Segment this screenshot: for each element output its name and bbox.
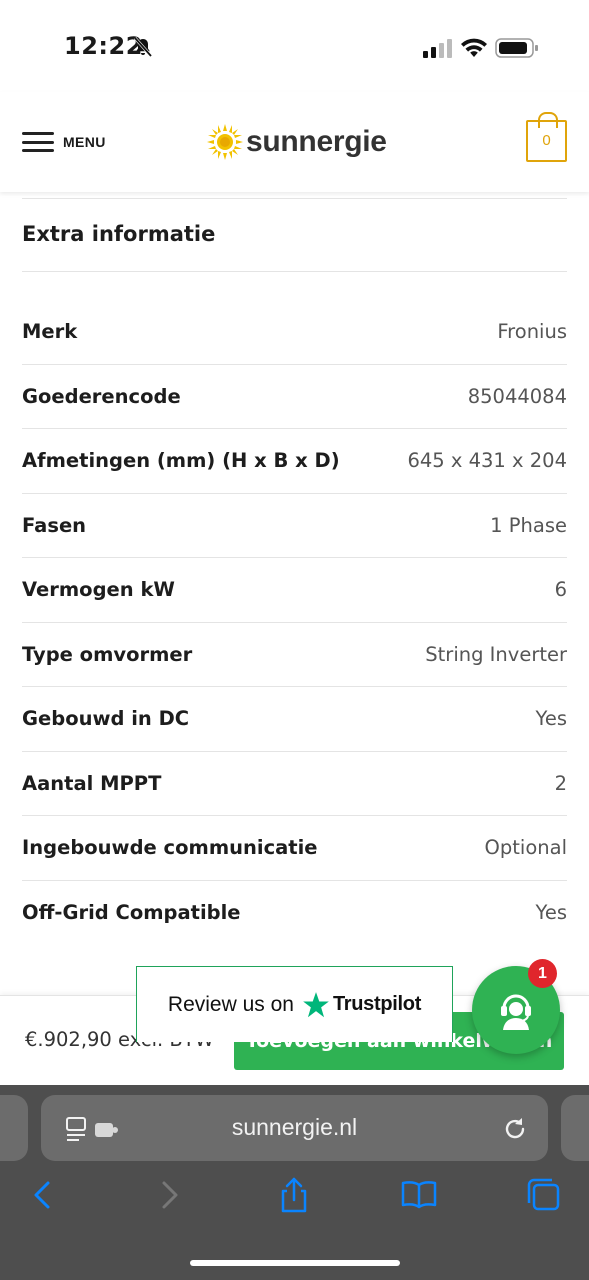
wifi-icon bbox=[461, 38, 487, 57]
spec-value: 645 x 431 x 204 bbox=[407, 449, 567, 473]
cart-count: 0 bbox=[542, 132, 551, 149]
spec-key: Off-Grid Compatible bbox=[22, 901, 241, 925]
spec-value: 6 bbox=[554, 578, 567, 602]
url-text: sunnergie.nl bbox=[231, 1114, 358, 1140]
trustpilot-brand: Trustpilot bbox=[332, 993, 422, 1015]
spec-key: Fasen bbox=[22, 513, 87, 537]
home-indicator bbox=[190, 1260, 400, 1266]
cart-button[interactable]: 0 bbox=[526, 112, 567, 162]
battery-icon bbox=[495, 38, 538, 58]
address-bar[interactable]: sunnergie.nl bbox=[41, 1095, 548, 1161]
trustpilot-text: Review us on bbox=[167, 992, 294, 1016]
table-row: Aantal MPPT 2 bbox=[22, 752, 567, 816]
trustpilot-badge[interactable]: Review us on Trustpilot bbox=[136, 966, 453, 1042]
site-header: MENU sunnergie 0 bbox=[0, 92, 589, 192]
spec-key: Gebouwd in DC bbox=[22, 707, 190, 731]
section-title: Extra informatie bbox=[22, 222, 216, 246]
spec-value: Optional bbox=[484, 836, 567, 860]
support-agent-icon bbox=[501, 994, 531, 1030]
back-icon[interactable] bbox=[22, 1175, 62, 1215]
logo-text: sunnergie bbox=[246, 125, 387, 158]
table-row: Fasen 1 Phase bbox=[22, 494, 567, 558]
spec-key: Type omvormer bbox=[22, 642, 193, 666]
menu-label: MENU bbox=[63, 134, 106, 150]
table-row: Vermogen kW 6 bbox=[22, 558, 567, 623]
table-row: Goederencode 85044084 bbox=[22, 365, 567, 429]
table-row: Type omvormer String Inverter bbox=[22, 623, 567, 687]
spec-value: 1 Phase bbox=[490, 513, 567, 537]
spec-value: Yes bbox=[535, 707, 567, 731]
cellular-signal-icon bbox=[423, 39, 452, 58]
table-row: Afmetingen (mm) (H x B x D) 645 x 431 x … bbox=[22, 429, 567, 494]
share-icon[interactable] bbox=[274, 1175, 314, 1215]
bookmarks-icon[interactable] bbox=[399, 1175, 439, 1215]
chat-notification-badge: 1 bbox=[528, 959, 557, 988]
spec-key: Vermogen kW bbox=[22, 578, 175, 602]
spec-value: 2 bbox=[554, 771, 567, 795]
menu-button[interactable]: MENU bbox=[22, 130, 106, 154]
table-row: Off-Grid Compatible Yes bbox=[22, 881, 567, 946]
table-row: Gebouwd in DC Yes bbox=[22, 687, 567, 752]
tabs-icon[interactable] bbox=[524, 1175, 564, 1215]
reload-icon[interactable] bbox=[501, 1115, 529, 1143]
spec-value: 85044084 bbox=[467, 384, 567, 408]
site-logo[interactable]: sunnergie bbox=[206, 120, 387, 164]
table-row: Merk Fronius bbox=[22, 300, 567, 365]
spec-key: Merk bbox=[22, 320, 78, 344]
spec-key: Goederencode bbox=[22, 384, 181, 408]
bell-muted-icon bbox=[133, 37, 153, 57]
divider bbox=[22, 271, 567, 272]
spec-value: Fronius bbox=[497, 320, 567, 344]
spec-key: Ingebouwde communicatie bbox=[22, 836, 318, 860]
spec-value: Yes bbox=[535, 901, 567, 925]
trustpilot-star-icon bbox=[303, 991, 329, 1017]
table-row: Ingebouwde communicatie Optional bbox=[22, 816, 567, 881]
next-tab-preview[interactable] bbox=[561, 1095, 589, 1161]
browser-chrome: sunnergie.nl bbox=[0, 1085, 589, 1280]
sun-logo-icon bbox=[207, 124, 243, 160]
hamburger-icon bbox=[22, 132, 54, 152]
spec-value: String Inverter bbox=[425, 642, 567, 666]
spec-key: Aantal MPPT bbox=[22, 771, 162, 795]
spec-key: Afmetingen (mm) (H x B x D) bbox=[22, 449, 340, 473]
browser-toolbar bbox=[0, 1175, 589, 1225]
status-bar: 12:22 bbox=[0, 0, 589, 92]
divider bbox=[22, 198, 567, 199]
spec-table: Merk Fronius Goederencode 85044084 Afmet… bbox=[22, 300, 567, 945]
forward-icon[interactable] bbox=[150, 1175, 190, 1215]
previous-tab-preview[interactable] bbox=[0, 1095, 28, 1161]
